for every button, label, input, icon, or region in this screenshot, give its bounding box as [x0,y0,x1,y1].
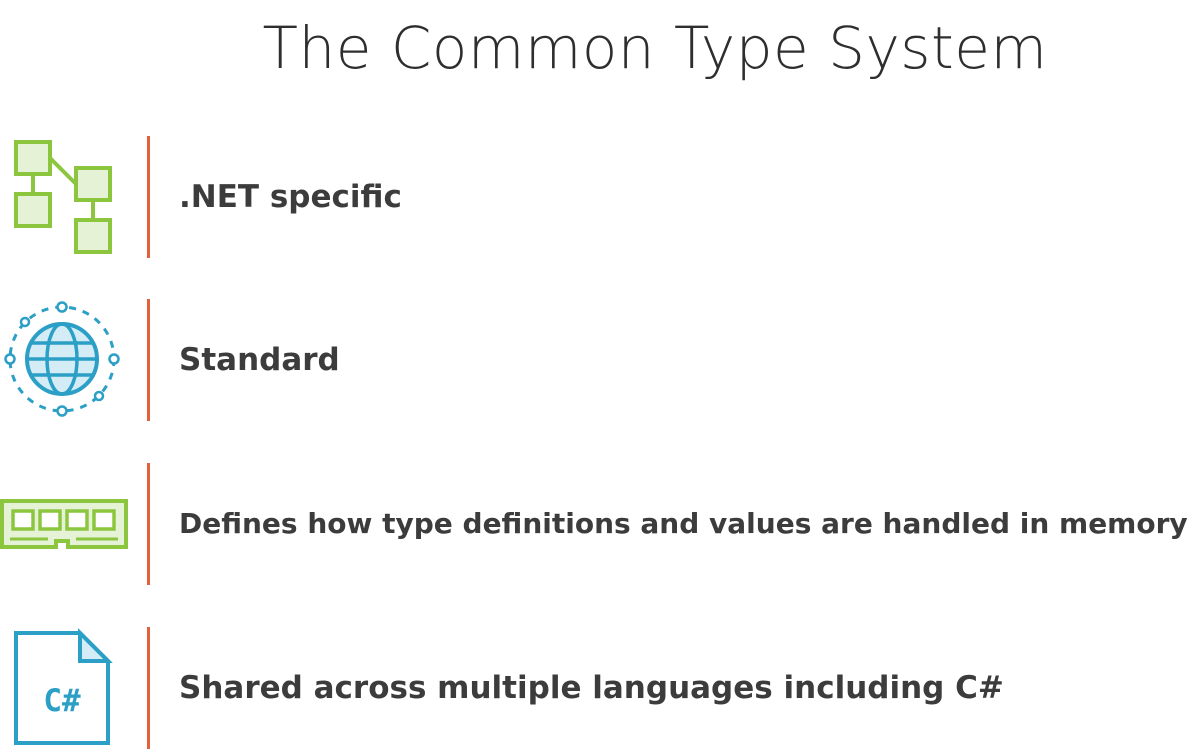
bullet-row: Defines how type definitions and values … [0,463,1197,587]
bullet-text: Standard [179,342,340,378]
bullet-row: .NET specific [0,136,1197,260]
memory-module-icon [0,463,130,587]
row-divider [147,463,150,585]
file-language-label: C# [43,683,81,719]
row-divider [147,136,150,258]
row-divider [147,627,150,749]
bullet-text: .NET specific [179,179,402,215]
bullet-row: C# Shared across multiple languages incl… [0,627,1197,751]
bullet-text: Shared across multiple languages includi… [179,670,1004,706]
row-divider [147,299,150,421]
hierarchy-diagram-icon [0,136,130,260]
csharp-file-icon: C# [0,627,130,751]
bullet-row: Standard [0,299,1197,423]
bullet-text: Defines how type definitions and values … [179,507,1188,540]
slide-title: The Common Type System [262,14,1048,82]
globe-network-icon [0,299,130,423]
